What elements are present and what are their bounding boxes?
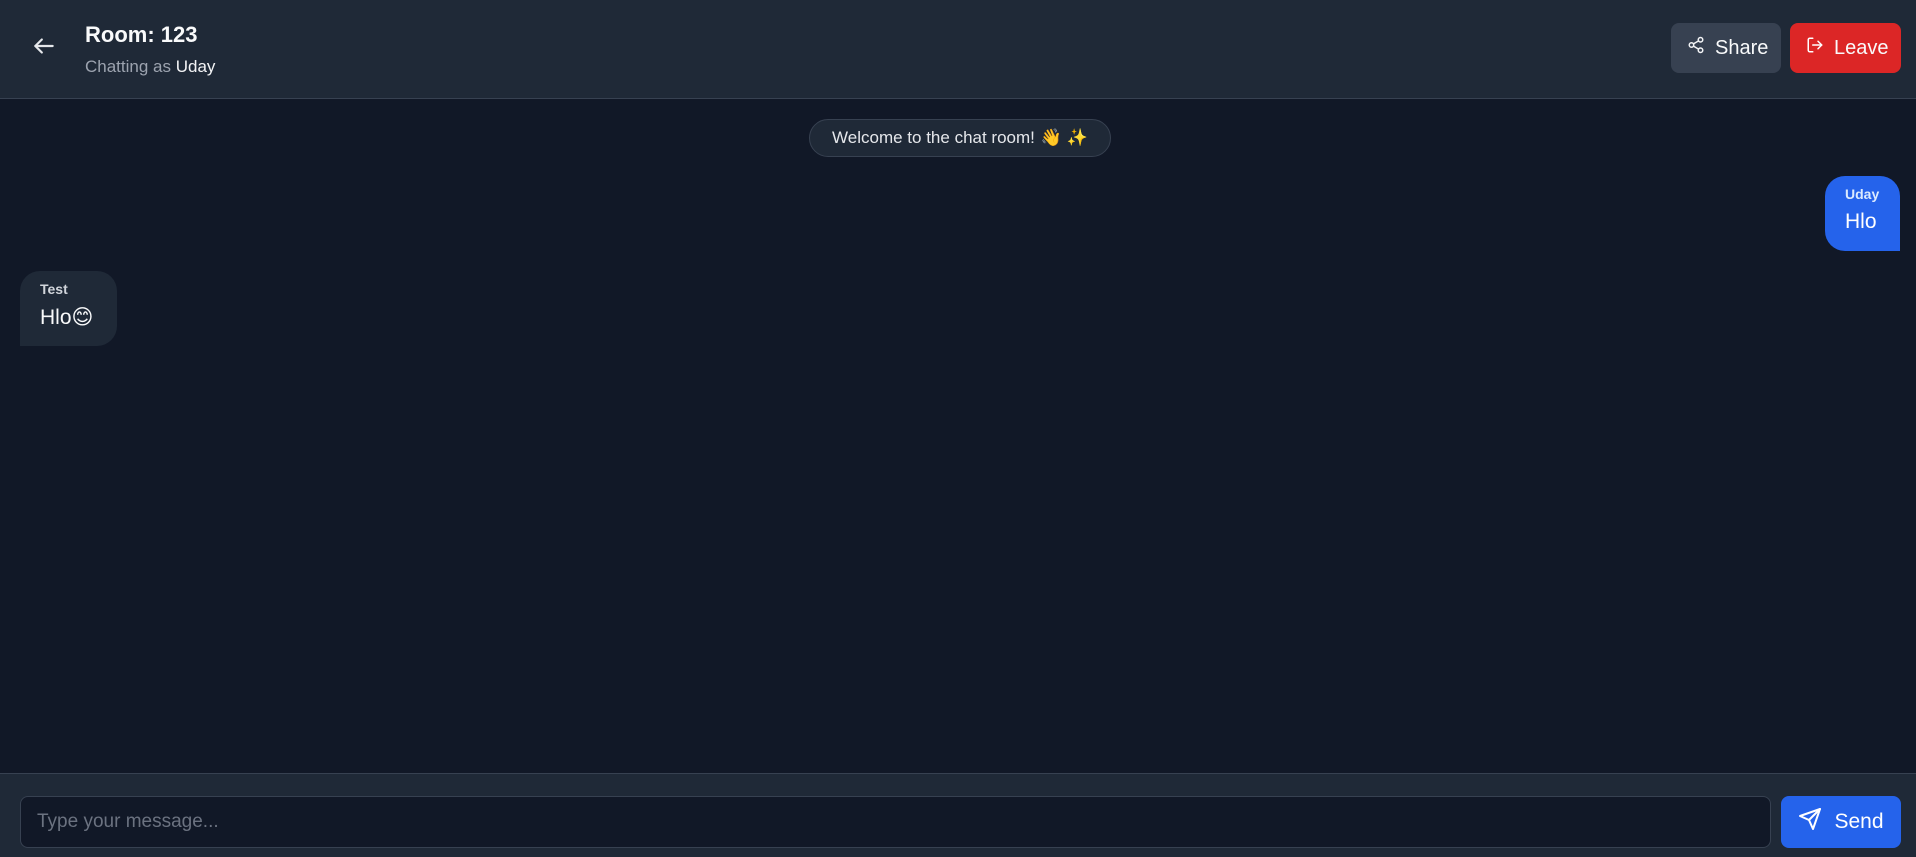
message-sender: Uday xyxy=(1845,186,1880,202)
chatting-as: Chatting as Uday xyxy=(85,57,215,77)
chatting-as-label: Chatting as xyxy=(85,57,176,76)
message-bubble-other: Test Hlo😊 xyxy=(20,271,117,346)
message-text: Hlo xyxy=(1845,210,1877,233)
composer-bar: Send xyxy=(0,773,1916,857)
welcome-banner: Welcome to the chat room! 👋 ✨ xyxy=(809,119,1111,157)
message-list[interactable]: Welcome to the chat room! 👋 ✨ Uday Hlo T… xyxy=(0,100,1916,773)
arrow-left-icon xyxy=(31,33,57,64)
welcome-text: Welcome to the chat room! xyxy=(832,128,1035,147)
message-bubble-own: Uday Hlo xyxy=(1825,176,1900,251)
back-button[interactable] xyxy=(26,30,62,66)
share-icon xyxy=(1687,36,1705,60)
welcome-emojis: 👋 ✨ xyxy=(1040,128,1088,147)
leave-button[interactable]: Leave xyxy=(1790,23,1901,73)
share-button[interactable]: Share xyxy=(1671,23,1781,73)
chat-app: Room: 123 Chatting as Uday Share Leave W… xyxy=(0,0,1916,857)
send-label: Send xyxy=(1834,810,1884,833)
message-sender: Test xyxy=(40,281,68,297)
message-text: Hlo😊 xyxy=(40,306,94,329)
log-out-icon xyxy=(1806,36,1824,60)
current-username: Uday xyxy=(175,57,216,76)
room-title: Room: 123 xyxy=(85,22,198,47)
share-label: Share xyxy=(1715,36,1769,59)
send-icon xyxy=(1798,807,1822,837)
chat-header: Room: 123 Chatting as Uday Share Leave xyxy=(0,0,1916,99)
message-input[interactable] xyxy=(20,796,1771,848)
leave-label: Leave xyxy=(1834,36,1889,59)
send-button[interactable]: Send xyxy=(1781,796,1901,848)
